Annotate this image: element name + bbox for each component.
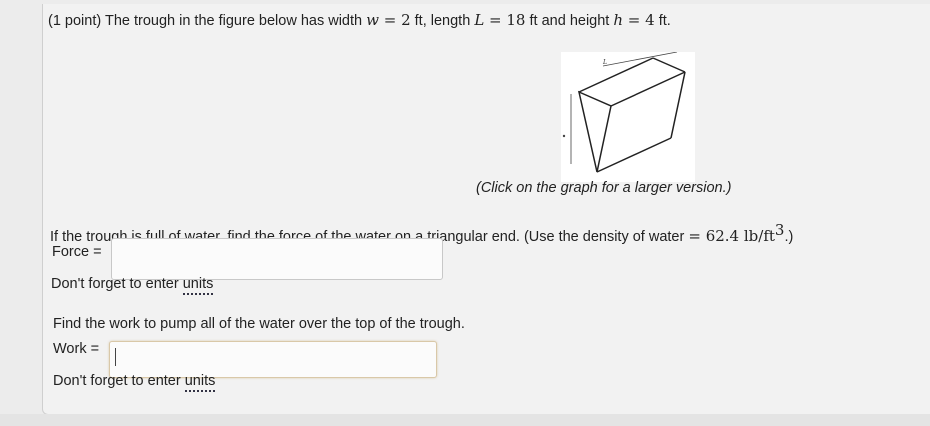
trough-far-edge [670, 71, 686, 139]
length-label: L [602, 59, 607, 66]
after-height: ft. [654, 13, 671, 29]
trough-back-top-edge [578, 57, 654, 93]
width-value: 2 [401, 11, 411, 29]
force-units-prefix: Don't forget to enter [51, 276, 183, 292]
work-question: Find the work to pump all of the water o… [53, 316, 465, 332]
equals-2: = [484, 11, 507, 29]
trough-bottom-edge [596, 137, 672, 173]
height-marker [562, 134, 566, 138]
density-equals: = [688, 226, 706, 245]
force-units-hint: Don't forget to enter units [51, 276, 214, 295]
trough-triangular-end [577, 90, 612, 173]
trough-front-top-edge [610, 71, 686, 107]
trough-back-right-edge [652, 57, 686, 73]
height-symbol: h [613, 11, 624, 29]
work-units-hint: Don't forget to enter units [53, 373, 216, 392]
problem-intro: (1 point) The trough in the figure below… [48, 13, 363, 29]
force-units-link[interactable]: units [182, 276, 214, 295]
height-value: 4 [645, 11, 655, 29]
trough-drawing: L [562, 51, 686, 173]
length-symbol: L [474, 11, 485, 29]
equals-1: = [378, 11, 402, 29]
text-cursor [115, 348, 116, 366]
work-units-prefix: Don't forget to enter [53, 373, 185, 389]
after-length: ft and height [525, 13, 614, 29]
problem-statement: (1 point) The trough in the figure below… [48, 11, 671, 29]
force-label: Force = [52, 244, 102, 260]
force-input[interactable] [111, 238, 443, 280]
force-question-close: .) [784, 228, 794, 245]
bottom-strip [0, 414, 930, 426]
work-units-link[interactable]: units [184, 373, 216, 392]
density-value: 62.4 lb/ft [705, 226, 775, 245]
length-value: 18 [506, 11, 526, 29]
trough-figure[interactable]: L [561, 51, 695, 182]
after-width: ft, length [410, 13, 475, 29]
figure-caption[interactable]: (Click on the graph for a larger version… [476, 180, 731, 196]
work-label: Work = [53, 341, 100, 357]
width-symbol: w [366, 11, 379, 29]
equals-3: = [623, 11, 646, 29]
